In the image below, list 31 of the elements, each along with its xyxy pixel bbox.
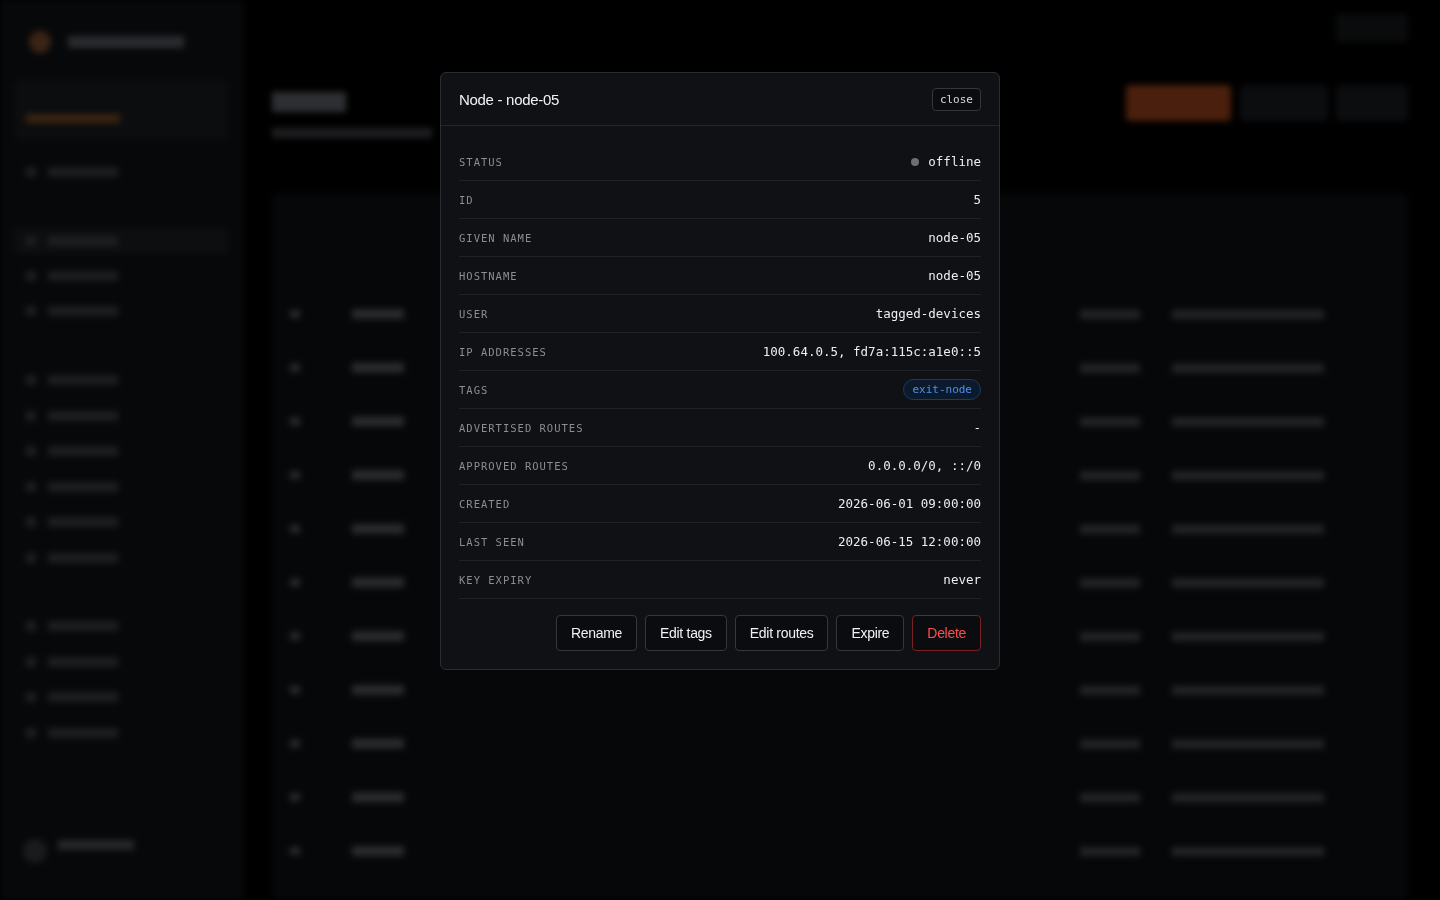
field-value: 100.64.0.5, fd7a:115c:a1e0::5 [762, 344, 981, 359]
field-label: HOSTNAME [459, 269, 518, 282]
field-value: node-05 [928, 268, 981, 283]
action-button[interactable]: Edit tags [645, 615, 727, 651]
field-value: node-05 [928, 230, 981, 245]
field-label: IP ADDRESSES [459, 345, 547, 358]
field-value: 5 [973, 192, 981, 207]
field-label: ADVERTISED ROUTES [459, 421, 584, 434]
field-label: GIVEN NAME [459, 231, 533, 244]
field-label: APPROVED ROUTES [459, 459, 569, 472]
field-label: ID [459, 193, 474, 206]
field-label: LAST SEEN [459, 535, 525, 548]
field-value: 2026-06-15 12:00:00 [838, 534, 981, 549]
field-value: offline [928, 154, 981, 169]
close-button[interactable]: close [931, 87, 981, 111]
action-button[interactable]: Edit routes [734, 615, 829, 651]
field-value: 2026-06-01 09:00:00 [838, 496, 981, 511]
field-value: 0.0.0.0/0, ::/0 [868, 458, 981, 473]
tag-badge: exit-node [903, 379, 981, 400]
field-value: - [973, 420, 981, 435]
field-label: TAGS [459, 383, 489, 396]
field-label: CREATED [459, 497, 511, 510]
delete-button[interactable]: Delete [912, 615, 981, 651]
field-value: tagged-devices [875, 306, 981, 321]
field-label: KEY EXPIRY [459, 573, 533, 586]
dialog-title: Node - node-05 [459, 90, 560, 108]
field-label: USER [459, 307, 489, 320]
action-button[interactable]: Rename [555, 615, 638, 651]
field-label: STATUS [459, 155, 503, 168]
action-button[interactable]: Expire [836, 615, 905, 651]
field-value: never [943, 572, 981, 587]
